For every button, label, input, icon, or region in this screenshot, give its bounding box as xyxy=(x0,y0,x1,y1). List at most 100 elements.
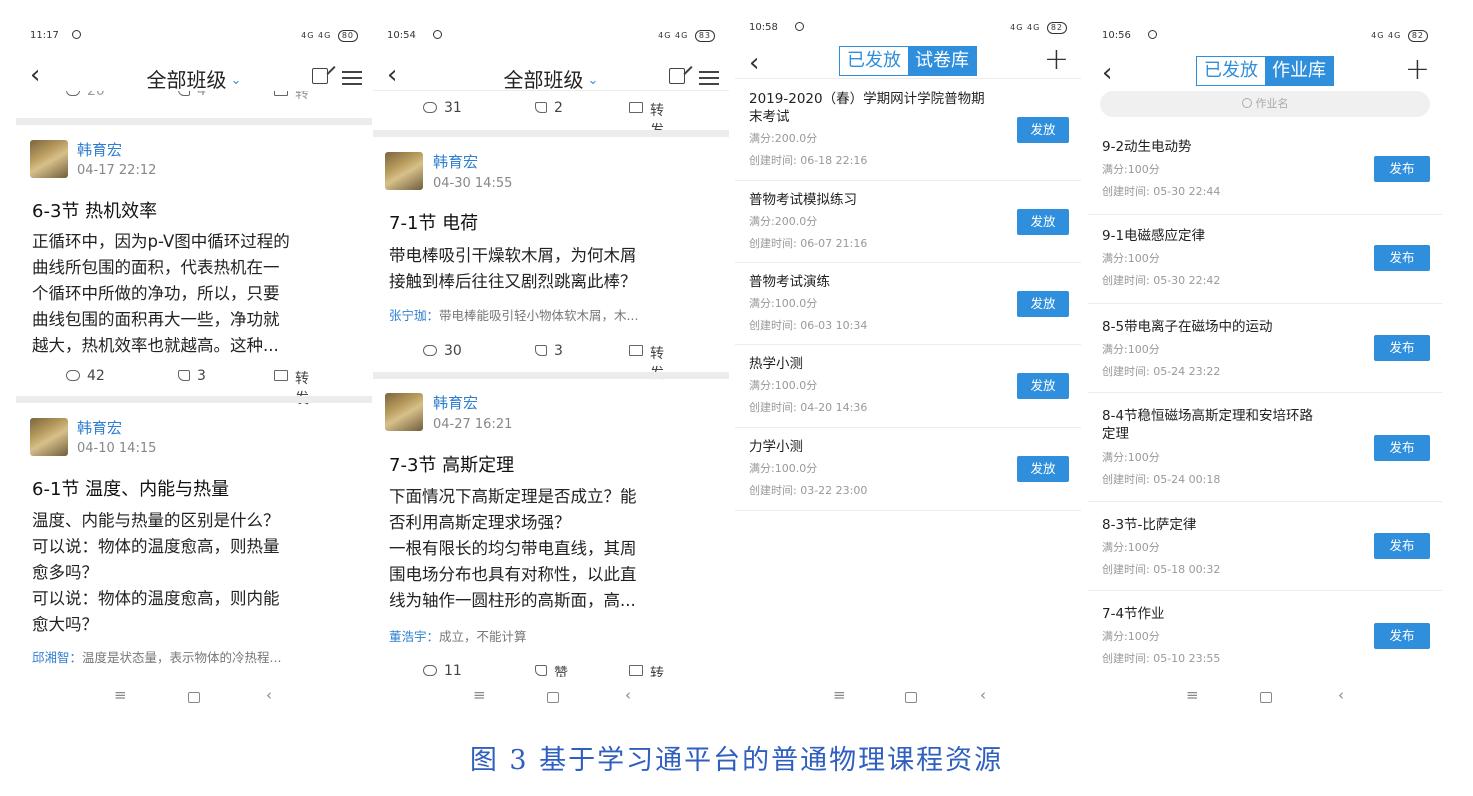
item-created: 创建时间: 06-18 22:16 xyxy=(749,154,868,167)
publish-button[interactable]: 发布 xyxy=(1374,533,1430,559)
share-button[interactable]: 转发 xyxy=(629,663,664,677)
item-created: 创建时间: 05-18 00:32 xyxy=(1102,563,1221,576)
list-item[interactable]: 7-4节作业 满分:100分 创建时间: 05-10 23:55 发布 xyxy=(1088,591,1442,680)
list-item[interactable]: 8-3节-比萨定律 满分:100分 创建时间: 05-18 00:32 发布 xyxy=(1088,502,1442,591)
comment-button[interactable]: 20 xyxy=(66,91,105,99)
edit-icon[interactable] xyxy=(669,68,685,84)
share-button[interactable]: 转发 xyxy=(629,343,664,382)
comment-button[interactable]: 11 xyxy=(423,663,462,677)
item-created: 创建时间: 05-24 00:18 xyxy=(1102,473,1221,486)
add-icon[interactable]: + xyxy=(1405,52,1430,87)
post-actions: 11 赞 转发 xyxy=(373,663,729,677)
item-score: 满分:100.0分 xyxy=(749,379,818,392)
back-icon[interactable]: ‹ xyxy=(749,50,759,76)
comment-button[interactable]: 31 xyxy=(423,100,462,116)
post-body[interactable]: 温度、内能与热量的区别是什么？ 可以说：物体的温度愈高，则热量 愈多吗？ 可以说… xyxy=(32,508,372,638)
post-title[interactable]: 6-1节 温度、内能与热量 xyxy=(32,475,229,501)
post-author[interactable]: 韩育宏 xyxy=(433,151,478,172)
issue-button[interactable]: 发放 xyxy=(1017,373,1069,399)
divider xyxy=(373,372,729,379)
recents-icon[interactable]: ≡ xyxy=(1186,686,1199,704)
issue-button[interactable]: 发放 xyxy=(1017,209,1069,235)
list-item[interactable]: 普物考试模拟练习 满分:200.0分 创建时间: 06-07 21:16 发放 xyxy=(735,182,1081,266)
recents-icon[interactable]: ≡ xyxy=(473,686,486,704)
system-nav-bar: ≡ ‹ xyxy=(1088,686,1442,712)
system-nav-bar: ≡ ‹ xyxy=(16,686,372,712)
publish-button[interactable]: 发布 xyxy=(1374,335,1430,361)
back-nav-icon[interactable]: ‹ xyxy=(1338,686,1344,704)
tab-switcher: 已发放 作业库 xyxy=(1196,56,1334,86)
back-nav-icon[interactable]: ‹ xyxy=(625,686,631,704)
tab-issued[interactable]: 已发放 xyxy=(840,47,908,75)
post-body[interactable]: 正循环中，因为p-V图中循环过程的 曲线所包围的面积，代表热机在一 个循环中所做… xyxy=(32,229,372,359)
issue-button[interactable]: 发放 xyxy=(1017,117,1069,143)
like-button[interactable]: 3 xyxy=(178,368,206,384)
menu-icon[interactable] xyxy=(699,71,719,85)
post-title[interactable]: 7-3节 高斯定理 xyxy=(389,451,514,477)
tab-exam-library[interactable]: 试卷库 xyxy=(908,47,976,75)
list-item[interactable]: 9-2动生电动势 满分:100分 创建时间: 05-30 22:44 发布 xyxy=(1088,126,1442,215)
recents-icon[interactable]: ≡ xyxy=(833,686,846,704)
back-icon[interactable]: ‹ xyxy=(1102,60,1112,86)
avatar[interactable] xyxy=(30,140,68,178)
list-item[interactable]: 2019-2020（春）学期网计学院普物期 末考试 满分:200.0分 创建时间… xyxy=(735,80,1081,167)
home-icon[interactable] xyxy=(905,692,917,703)
post-title[interactable]: 6-3节 热机效率 xyxy=(32,197,157,223)
menu-icon[interactable] xyxy=(342,71,362,85)
back-nav-icon[interactable]: ‹ xyxy=(980,686,986,704)
like-button[interactable]: 赞 xyxy=(535,663,568,677)
list-item[interactable]: 热学小测 满分:100.0分 创建时间: 04-20 14:36 发放 xyxy=(735,346,1081,430)
list-item[interactable]: 普物考试演练 满分:100.0分 创建时间: 06-03 10:34 发放 xyxy=(735,264,1081,348)
list-item[interactable]: 9-1电磁感应定律 满分:100分 创建时间: 05-30 22:42 发布 xyxy=(1088,215,1442,304)
home-icon[interactable] xyxy=(547,692,559,703)
post-title[interactable]: 7-1节 电荷 xyxy=(389,209,478,235)
latest-reply[interactable]: 董浩宇：成立，不能计算 xyxy=(389,626,527,645)
publish-button[interactable]: 发布 xyxy=(1374,623,1430,649)
avatar[interactable] xyxy=(30,418,68,456)
home-icon[interactable] xyxy=(188,692,200,703)
share-button[interactable]: 转发 xyxy=(629,100,664,139)
post-author[interactable]: 韩育宏 xyxy=(77,417,122,438)
like-button[interactable]: 4 xyxy=(178,91,206,99)
recents-icon[interactable]: ≡ xyxy=(114,686,127,704)
signal-icon: 4G 4G 83 xyxy=(658,30,715,42)
list-item[interactable]: 8-5带电离子在磁场中的运动 满分:100分 创建时间: 05-24 23:22… xyxy=(1088,304,1442,393)
post-date: 04-27 16:21 xyxy=(433,417,513,432)
back-nav-icon[interactable]: ‹ xyxy=(266,686,272,704)
signal-text: 4G 4G xyxy=(1371,31,1402,40)
post-body[interactable]: 带电棒吸引干燥软木屑，为何木屑 接触到棒后往往又剧烈跳离此棒？ xyxy=(389,243,729,295)
avatar[interactable] xyxy=(385,152,423,190)
divider xyxy=(735,510,1081,511)
divider xyxy=(735,180,1081,181)
tab-issued[interactable]: 已发放 xyxy=(1197,57,1265,85)
status-time: 10:56 xyxy=(1102,30,1131,41)
post-body[interactable]: 下面情况下高斯定理是否成立？能 否利用高斯定理求场强？ 一根有限长的均匀带电直线… xyxy=(389,484,729,614)
publish-button[interactable]: 发布 xyxy=(1374,156,1430,182)
comment-button[interactable]: 30 xyxy=(423,343,462,359)
reply-text: 温度是状态量，表示物体的冷热程... xyxy=(82,650,282,665)
post-date: 04-10 14:15 xyxy=(77,441,157,456)
latest-reply[interactable]: 邱湘智：温度是状态量，表示物体的冷热程... xyxy=(32,647,281,666)
comment-button[interactable]: 42 xyxy=(66,368,105,384)
issue-button[interactable]: 发放 xyxy=(1017,291,1069,317)
list-item[interactable]: 力学小测 满分:100.0分 创建时间: 03-22 23:00 发放 xyxy=(735,429,1081,513)
list-item[interactable]: 8-4节稳恒磁场高斯定理和安培环路 定理 满分:100分 创建时间: 05-24… xyxy=(1088,393,1442,502)
like-button[interactable]: 2 xyxy=(535,100,563,116)
latest-reply[interactable]: 张宁珈：带电棒能吸引轻小物体软木屑，木... xyxy=(389,305,638,324)
divider xyxy=(373,130,729,137)
post-author[interactable]: 韩育宏 xyxy=(433,392,478,413)
avatar[interactable] xyxy=(385,393,423,431)
issue-button[interactable]: 发放 xyxy=(1017,456,1069,482)
edit-icon[interactable] xyxy=(312,68,328,84)
publish-button[interactable]: 发布 xyxy=(1374,245,1430,271)
add-icon[interactable]: + xyxy=(1044,42,1069,77)
post-author[interactable]: 韩育宏 xyxy=(77,139,122,160)
publish-button[interactable]: 发布 xyxy=(1374,435,1430,461)
divider xyxy=(735,78,1081,79)
tab-homework-library[interactable]: 作业库 xyxy=(1265,57,1333,85)
like-button[interactable]: 3 xyxy=(535,343,563,359)
home-icon[interactable] xyxy=(1260,692,1272,703)
search-input[interactable]: 作业名 xyxy=(1100,91,1430,117)
share-button[interactable]: 转发 xyxy=(274,91,309,102)
share-button[interactable]: 转发 xyxy=(274,368,309,407)
